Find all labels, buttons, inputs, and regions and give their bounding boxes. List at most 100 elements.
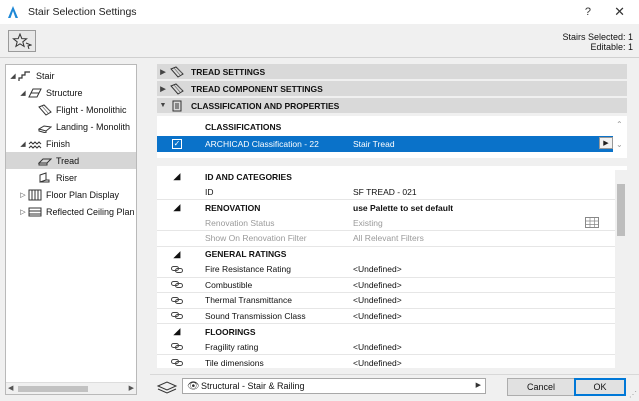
- editable-count: Editable: 1: [590, 42, 633, 52]
- properties-list: ◢ ID AND CATEGORIES ID SF TREAD - 021 ◢ …: [157, 166, 627, 368]
- tree-item-tread[interactable]: Tread: [6, 152, 136, 169]
- classification-row[interactable]: ✓ ARCHICAD Classification - 22 Stair Tre…: [157, 136, 613, 152]
- collapse-arrow-icon[interactable]: ◢: [18, 140, 28, 148]
- settings-tree: ◢ Stair ◢ Structure Flight - Monolithic …: [5, 64, 137, 395]
- tree-item-label: Flight - Monolithic: [56, 104, 127, 115]
- expand-arrow-icon[interactable]: ▷: [18, 208, 28, 216]
- property-name: ID: [205, 186, 214, 197]
- property-group-row[interactable]: ◢ ID AND CATEGORIES: [157, 169, 615, 185]
- panel-title: CLASSIFICATION AND PROPERTIES: [191, 100, 340, 111]
- collapse-arrow-icon[interactable]: ◢: [157, 249, 197, 260]
- flight-icon: [38, 103, 52, 116]
- property-value: Existing: [353, 217, 383, 228]
- eye-icon: 👁: [187, 380, 200, 392]
- property-row[interactable]: ID SF TREAD - 021: [157, 185, 615, 200]
- scroll-left-icon[interactable]: ◀: [8, 384, 13, 392]
- collapse-arrow-icon[interactable]: ◢: [157, 202, 197, 213]
- tread-icon: [38, 155, 52, 167]
- property-value[interactable]: <Undefined>: [353, 264, 402, 274]
- panel-classification-and-properties[interactable]: ▼ CLASSIFICATION AND PROPERTIES: [157, 98, 627, 113]
- tree-item-finish[interactable]: ◢ Finish: [6, 135, 136, 152]
- expand-arrow-icon[interactable]: ▷: [18, 191, 28, 199]
- selection-info: Stairs Selected: 1 Editable: 1: [562, 32, 633, 52]
- link-icon: [157, 359, 197, 367]
- property-row[interactable]: Sound Transmission Class <Undefined>: [157, 309, 615, 324]
- collapse-arrow-icon[interactable]: ◢: [157, 171, 197, 182]
- property-name: Fragility rating: [205, 341, 259, 352]
- expand-arrow-icon: ▶: [160, 85, 166, 93]
- tree-item-label: Finish: [46, 138, 71, 149]
- scroll-down-icon[interactable]: ⌄: [616, 140, 623, 149]
- classification-value: Stair Tread: [353, 138, 395, 149]
- property-group-row[interactable]: ◢ RENOVATION use Palette to set default: [157, 200, 615, 216]
- tree-item-landing[interactable]: Landing - Monolith: [6, 118, 136, 135]
- tread-settings-icon: [169, 65, 185, 78]
- resize-grip-icon[interactable]: ⋰: [629, 390, 637, 399]
- scroll-up-icon[interactable]: ⌃: [616, 120, 623, 129]
- dropdown-arrow-icon: ▶: [475, 382, 481, 389]
- tree-item-floor-plan-display[interactable]: ▷ Floor Plan Display: [6, 186, 136, 203]
- scroll-right-icon[interactable]: ▶: [129, 384, 134, 392]
- property-name: Combustible: [205, 279, 253, 290]
- panel-tread-component-settings[interactable]: ▶ TREAD COMPONENT SETTINGS: [157, 81, 627, 96]
- classification-checkbox[interactable]: ✓: [172, 138, 182, 149]
- tree-item-label: Tread: [56, 155, 80, 166]
- layer-select[interactable]: 👁 Structural - Stair & Railing ▶: [182, 378, 486, 394]
- floor-plan-icon: [28, 189, 42, 201]
- property-group-row[interactable]: ◢ FLOORINGS: [157, 324, 615, 340]
- property-value[interactable]: <Undefined>: [353, 280, 402, 290]
- classification-name: ARCHICAD Classification - 22: [205, 138, 319, 149]
- property-row[interactable]: Combustible <Undefined>: [157, 278, 615, 293]
- group-name: GENERAL RATINGS: [205, 249, 287, 260]
- tree-item-label: Landing - Monolith: [56, 121, 131, 132]
- panel-title: TREAD SETTINGS: [191, 66, 266, 77]
- title-bar: Stair Selection Settings ? ✕: [0, 0, 639, 24]
- tree-horizontal-scrollbar[interactable]: ◀ ▶: [6, 382, 136, 394]
- document-icon: [169, 100, 185, 112]
- scrollbar-thumb[interactable]: [617, 184, 625, 236]
- tree-item-label: Reflected Ceiling Plan: [46, 206, 135, 217]
- collapse-arrow-icon[interactable]: ◢: [18, 89, 28, 97]
- property-value[interactable]: SF TREAD - 021: [353, 187, 417, 197]
- property-name: Show On Renovation Filter: [205, 233, 307, 244]
- tree-item-structure[interactable]: ◢ Structure: [6, 84, 136, 101]
- help-button[interactable]: ?: [585, 6, 591, 18]
- property-value: All Relevant Filters: [353, 233, 424, 244]
- link-icon: [157, 296, 197, 304]
- property-value[interactable]: <Undefined>: [353, 295, 402, 305]
- collapse-arrow-icon[interactable]: ◢: [8, 72, 18, 80]
- property-row[interactable]: Thermal Transmittance <Undefined>: [157, 293, 615, 309]
- property-value[interactable]: <Undefined>: [353, 342, 402, 352]
- property-value[interactable]: <Undefined>: [353, 358, 402, 368]
- property-name: Thermal Transmittance: [205, 295, 292, 306]
- collapse-arrow-icon[interactable]: ◢: [157, 326, 197, 337]
- property-value[interactable]: <Undefined>: [353, 311, 402, 321]
- property-row[interactable]: Fire Resistance Rating <Undefined>: [157, 262, 615, 278]
- property-name: Sound Transmission Class: [205, 310, 306, 321]
- cancel-button[interactable]: Cancel: [507, 378, 575, 396]
- property-row[interactable]: Tile dimensions <Undefined>: [157, 355, 615, 368]
- classification-picker-arrow-icon[interactable]: ▶: [599, 137, 613, 149]
- tree-item-flight[interactable]: Flight - Monolithic: [6, 101, 136, 118]
- property-row[interactable]: Fragility rating <Undefined>: [157, 340, 615, 355]
- tree-item-label: Floor Plan Display: [46, 189, 120, 200]
- favorites-star-icon: [12, 33, 32, 49]
- classifications-header: CLASSIFICATIONS: [205, 122, 282, 132]
- group-name: ID AND CATEGORIES: [205, 171, 292, 182]
- renovation-palette-icon[interactable]: [585, 217, 599, 228]
- panel-tread-settings[interactable]: ▶ TREAD SETTINGS: [157, 64, 627, 79]
- property-group-row[interactable]: ◢ GENERAL RATINGS: [157, 247, 615, 263]
- link-icon: [157, 265, 197, 273]
- tree-item-stair[interactable]: ◢ Stair: [6, 67, 136, 84]
- toolbar: Stairs Selected: 1 Editable: 1: [0, 24, 639, 58]
- layer-select-value: Structural - Stair & Railing: [201, 381, 305, 391]
- properties-vertical-scrollbar[interactable]: [615, 170, 627, 368]
- archicad-logo-icon: [8, 6, 18, 18]
- tree-item-riser[interactable]: Riser: [6, 169, 136, 186]
- favorites-button[interactable]: [8, 30, 36, 52]
- tread-component-icon: [169, 82, 185, 95]
- ok-button[interactable]: OK: [574, 378, 626, 396]
- scrollbar-thumb[interactable]: [18, 386, 88, 392]
- close-button[interactable]: ✕: [614, 4, 625, 20]
- tree-item-reflected-ceiling-plan[interactable]: ▷ Reflected Ceiling Plan: [6, 203, 136, 220]
